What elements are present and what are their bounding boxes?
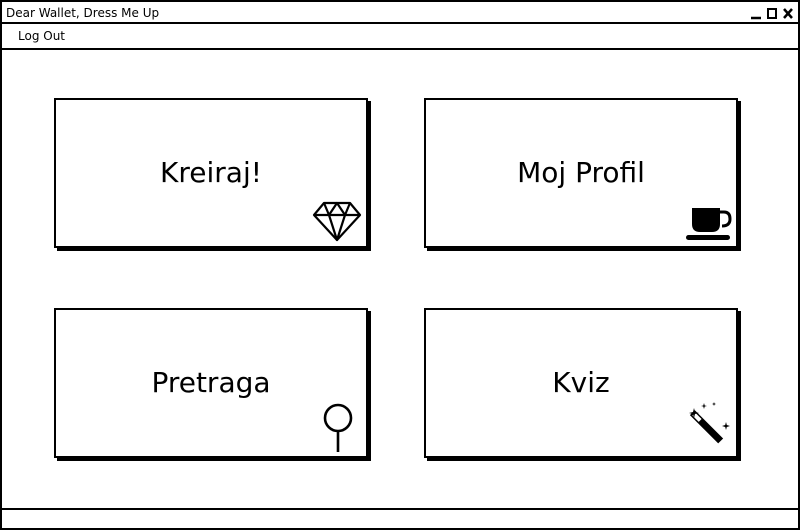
title-bar: Dear Wallet, Dress Me Up xyxy=(2,2,798,24)
log-out-menu-item[interactable]: Log Out xyxy=(18,29,65,43)
diamond-icon xyxy=(312,201,362,242)
quiz-tile[interactable]: Kviz xyxy=(424,308,738,458)
window-title: Dear Wallet, Dress Me Up xyxy=(6,6,160,20)
maximize-button[interactable] xyxy=(766,5,778,19)
search-icon xyxy=(323,403,353,452)
create-tile[interactable]: Kreiraj! xyxy=(54,98,368,248)
tile-label: Moj Profil xyxy=(517,156,645,189)
my-profile-tile[interactable]: Moj Profil xyxy=(424,98,738,248)
maximize-icon xyxy=(767,8,777,19)
close-icon xyxy=(783,8,793,19)
minimize-icon xyxy=(751,16,761,20)
coffee-cup-icon xyxy=(686,208,732,240)
app-window: Dear Wallet, Dress Me Up Log Out Kreiraj… xyxy=(0,0,800,530)
tile-label: Kviz xyxy=(552,366,610,399)
tile-label: Kreiraj! xyxy=(160,156,262,189)
close-button[interactable] xyxy=(782,5,794,19)
magic-wand-icon xyxy=(689,402,730,444)
menu-bar: Log Out xyxy=(2,24,798,50)
minimize-button[interactable] xyxy=(750,5,762,20)
window-controls xyxy=(750,5,794,20)
search-tile[interactable]: Pretraga xyxy=(54,308,368,458)
tile-label: Pretraga xyxy=(151,366,271,399)
status-bar xyxy=(2,508,798,528)
